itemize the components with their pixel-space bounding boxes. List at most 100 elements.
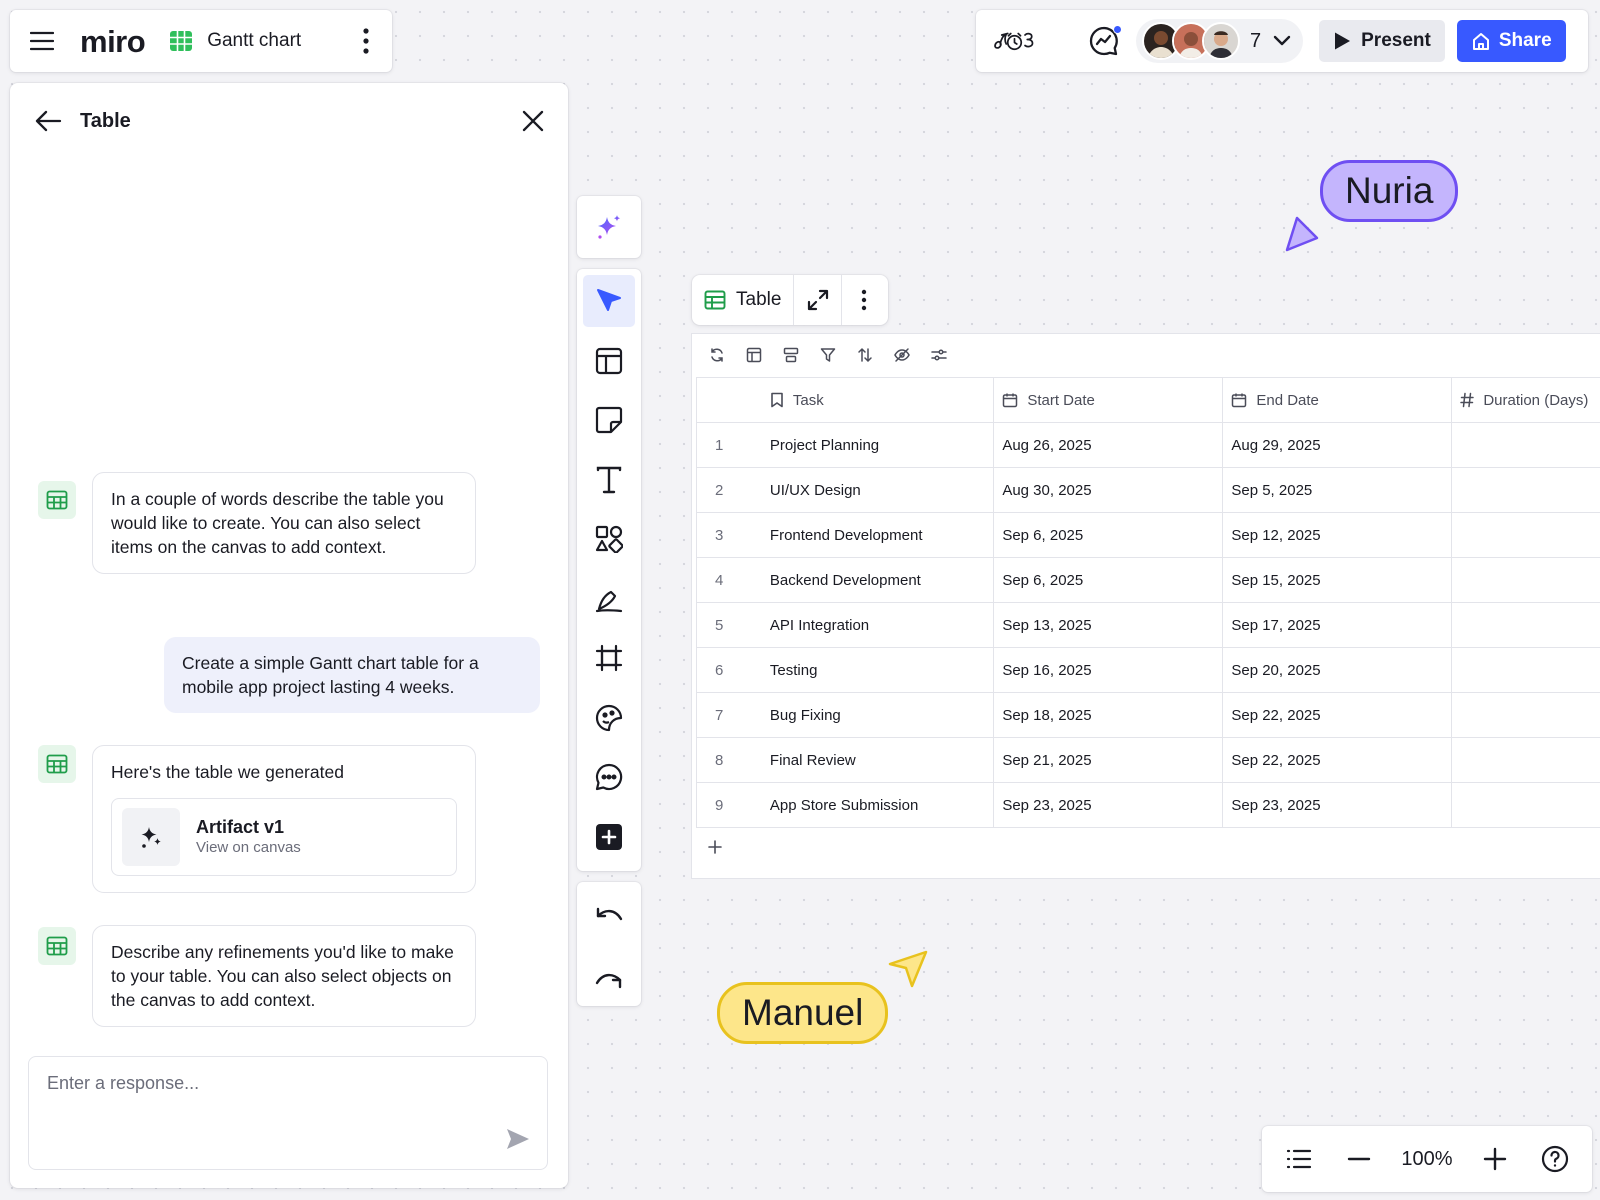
duration-cell[interactable]	[1451, 467, 1600, 513]
start-date-cell[interactable]: Sep 6, 2025	[993, 512, 1224, 558]
assistant-message-text: Here's the table we generated	[111, 762, 344, 782]
reactions-icon[interactable]	[992, 19, 1040, 63]
board-more-icon[interactable]	[354, 25, 378, 57]
end-date-cell[interactable]: Sep 20, 2025	[1222, 647, 1453, 693]
end-date-cell[interactable]: Sep 22, 2025	[1222, 692, 1453, 738]
miro-logo[interactable]: miro	[80, 26, 146, 57]
start-date-cell[interactable]: Sep 18, 2025	[993, 692, 1224, 738]
column-header-duration[interactable]: Duration (Days)	[1451, 377, 1600, 423]
duration-cell[interactable]	[1451, 602, 1600, 648]
artifact-subtitle[interactable]: View on canvas	[196, 838, 301, 858]
task-cell[interactable]: Bug Fixing	[761, 692, 995, 738]
sync-icon[interactable]	[706, 344, 728, 366]
zoom-level[interactable]: 100%	[1401, 1148, 1452, 1171]
shapes-tool[interactable]	[583, 513, 635, 565]
table-row[interactable]: 5 API Integration Sep 13, 2025 Sep 17, 2025	[695, 602, 1600, 648]
reply-input[interactable]	[29, 1057, 547, 1169]
artifact-card[interactable]: Artifact v1 View on canvas	[111, 798, 457, 876]
collaborators-button[interactable]: 7	[1136, 19, 1304, 63]
group-icon[interactable]	[780, 344, 802, 366]
start-date-cell[interactable]: Sep 16, 2025	[993, 647, 1224, 693]
table-row[interactable]: 1 Project Planning Aug 26, 2025 Aug 29, 202…	[695, 422, 1600, 468]
redo-button[interactable]	[583, 952, 635, 1004]
expand-icon[interactable]	[794, 275, 843, 325]
share-button[interactable]: Share	[1456, 20, 1566, 62]
task-cell[interactable]: Testing	[761, 647, 995, 693]
frame-icon	[595, 644, 623, 672]
end-date-cell[interactable]: Sep 5, 2025	[1222, 467, 1453, 513]
duration-cell[interactable]	[1451, 692, 1600, 738]
end-date-cell[interactable]: Sep 22, 2025	[1222, 737, 1453, 783]
table-row[interactable]: 3 Frontend Development Sep 6, 2025 Sep 12, …	[695, 512, 1600, 558]
add-row-icon[interactable]	[708, 840, 722, 854]
chat-icon[interactable]	[1080, 19, 1128, 63]
duration-cell[interactable]	[1451, 557, 1600, 603]
back-arrow-icon[interactable]	[34, 109, 62, 133]
more-apps-tool[interactable]	[583, 811, 635, 863]
column-header-task[interactable]: Task	[761, 377, 995, 423]
start-date-cell[interactable]: Aug 26, 2025	[993, 422, 1224, 468]
table-row[interactable]: 8 Final Review Sep 21, 2025 Sep 22, 2025	[695, 737, 1600, 783]
task-cell[interactable]: API Integration	[761, 602, 995, 648]
present-button[interactable]: Present	[1319, 20, 1445, 62]
column-header-end-date[interactable]: End Date	[1222, 377, 1453, 423]
templates-icon	[595, 347, 623, 374]
table-label[interactable]: Table	[692, 275, 795, 325]
table-board-icon	[169, 30, 193, 52]
duration-cell[interactable]	[1451, 647, 1600, 693]
task-cell[interactable]: Backend Development	[761, 557, 995, 603]
start-date-cell[interactable]: Sep 13, 2025	[993, 602, 1224, 648]
hamburger-menu-icon[interactable]	[28, 27, 56, 55]
undo-button[interactable]	[583, 892, 635, 944]
select-tool[interactable]	[583, 275, 635, 327]
help-icon[interactable]	[1538, 1142, 1572, 1176]
chevron-down-icon	[1273, 35, 1291, 47]
row-number: 2	[695, 467, 762, 513]
table-row[interactable]: 6 Testing Sep 16, 2025 Sep 20, 2025	[695, 647, 1600, 693]
end-date-cell[interactable]: Sep 12, 2025	[1222, 512, 1453, 558]
end-date-cell[interactable]: Sep 17, 2025	[1222, 602, 1453, 648]
task-cell[interactable]: Project Planning	[761, 422, 995, 468]
layout-icon[interactable]	[743, 344, 765, 366]
duration-cell[interactable]	[1451, 737, 1600, 783]
text-tool[interactable]	[583, 454, 635, 506]
table-row[interactable]: 9 App Store Submission Sep 23, 2025 Sep 23,…	[695, 782, 1600, 828]
pen-tool[interactable]	[583, 573, 635, 625]
filter-icon[interactable]	[817, 344, 839, 366]
board-name[interactable]: Gantt chart	[207, 30, 301, 52]
table-more-icon[interactable]	[842, 275, 886, 325]
ai-tool-button[interactable]	[577, 196, 641, 258]
duration-cell[interactable]	[1451, 512, 1600, 558]
duration-cell[interactable]	[1451, 782, 1600, 828]
nuria-cursor-icon	[1285, 216, 1319, 252]
table-row[interactable]: 2 UI/UX Design Aug 30, 2025 Sep 5, 2025	[695, 467, 1600, 513]
templates-tool[interactable]	[583, 335, 635, 387]
stickers-tool[interactable]	[583, 692, 635, 744]
send-icon[interactable]	[505, 1127, 531, 1151]
task-cell[interactable]: Final Review	[761, 737, 995, 783]
end-date-cell[interactable]: Sep 15, 2025	[1222, 557, 1453, 603]
zoom-out-icon[interactable]	[1342, 1142, 1376, 1176]
frame-tool[interactable]	[583, 632, 635, 684]
list-icon[interactable]	[1282, 1142, 1316, 1176]
zoom-in-icon[interactable]	[1478, 1142, 1512, 1176]
start-date-cell[interactable]: Sep 21, 2025	[993, 737, 1224, 783]
settings-sliders-icon[interactable]	[928, 344, 950, 366]
task-cell[interactable]: UI/UX Design	[761, 467, 995, 513]
table-row[interactable]: 7 Bug Fixing Sep 18, 2025 Sep 22, 2025	[695, 692, 1600, 738]
close-icon[interactable]	[522, 110, 544, 132]
sort-icon[interactable]	[854, 344, 876, 366]
task-cell[interactable]: Frontend Development	[761, 512, 995, 558]
hide-fields-icon[interactable]	[891, 344, 913, 366]
start-date-cell[interactable]: Sep 23, 2025	[993, 782, 1224, 828]
column-header-start-date[interactable]: Start Date	[993, 377, 1224, 423]
duration-cell[interactable]	[1451, 422, 1600, 468]
start-date-cell[interactable]: Aug 30, 2025	[993, 467, 1224, 513]
comment-tool[interactable]	[583, 751, 635, 803]
start-date-cell[interactable]: Sep 6, 2025	[993, 557, 1224, 603]
sticky-note-tool[interactable]	[583, 394, 635, 446]
end-date-cell[interactable]: Aug 29, 2025	[1222, 422, 1453, 468]
end-date-cell[interactable]: Sep 23, 2025	[1222, 782, 1453, 828]
table-row[interactable]: 4 Backend Development Sep 6, 2025 Sep 15, 2…	[695, 557, 1600, 603]
task-cell[interactable]: App Store Submission	[761, 782, 995, 828]
